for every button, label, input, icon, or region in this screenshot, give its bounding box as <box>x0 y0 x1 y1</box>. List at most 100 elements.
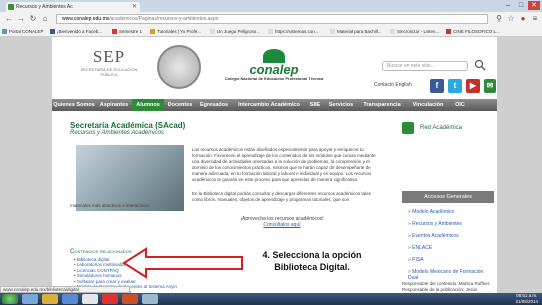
conalep-logo[interactable]: conalep Colegio Nacional de Educación Pr… <box>224 49 324 89</box>
tab-title: Recursos y Ambientes Ac <box>16 4 73 10</box>
nav-aspirantes[interactable]: Aspirantes <box>96 99 132 111</box>
nav-oic[interactable]: OIC <box>450 99 470 111</box>
bookmark-icon <box>112 29 117 34</box>
bookmark-item[interactable]: Sincronizar - Listen... <box>390 28 439 35</box>
sidebar-link-recursos[interactable]: Recursos y Ambientes <box>408 221 494 227</box>
sidebar-link-pisa[interactable]: PISA <box>408 257 494 263</box>
sidebar-header[interactable]: Red Académica <box>402 121 492 135</box>
maximize-icon[interactable]: □ <box>515 1 527 10</box>
library-paragraph: En la Biblioteca digital podrás consulta… <box>192 191 371 202</box>
start-icon[interactable] <box>2 294 18 304</box>
sidebar-box: Accesos Generales <box>402 191 494 203</box>
extension-icon[interactable]: ● <box>518 14 528 24</box>
instruction-annotation: 4. Selecciona la opción Biblioteca Digit… <box>262 250 362 272</box>
search-input[interactable]: Buscar en este sitio... <box>382 61 468 71</box>
bookmark-icon <box>150 29 155 34</box>
sep-logo[interactable]: SEP SECRETARÍA DE EDUCACIÓN PÚBLICA <box>74 47 144 91</box>
page-icon <box>210 29 215 34</box>
nav-quienes-somos[interactable]: Quienes Somos <box>52 99 96 111</box>
zoom-icon[interactable]: ⚲ <box>494 14 504 24</box>
bookmark-icon <box>446 29 451 34</box>
intro-paragraph: Los recursos académicos están diseñados … <box>192 147 376 182</box>
reload-icon[interactable]: ↻ <box>28 14 38 24</box>
youtube-icon[interactable]: ▶ <box>466 79 480 93</box>
bookmark-item[interactable]: Tutoriales | Yo Profe... <box>150 28 201 35</box>
page-icon <box>390 29 395 34</box>
cta-link[interactable]: Consúltalos aquí <box>263 222 300 228</box>
clock[interactable]: 08:51 a.m. 21/08/2014 <box>515 293 538 305</box>
instruction-arrow-icon <box>122 247 243 279</box>
students-photo <box>76 145 184 211</box>
bookmark-item[interactable]: Un Juego Peligroso... <box>210 28 260 35</box>
minimize-icon[interactable]: – <box>502 1 514 10</box>
page-subtitle: Recursos y Ambientes Académicos <box>70 130 164 136</box>
page-title: Secretaría Académica (SAcad) <box>70 121 186 130</box>
bookmark-icon <box>2 29 7 34</box>
conalep-mark-icon <box>263 49 285 63</box>
acrobat-icon[interactable] <box>102 294 118 304</box>
main-nav: Quienes Somos Aspirantes Alumnos Docente… <box>52 99 497 111</box>
status-url: www.conalep.edu.mx/biblioteca/digital <box>0 286 130 293</box>
bookmark-item[interactable]: Material para Bachill... <box>330 28 382 35</box>
sidebar-link-modelo[interactable]: Modelo Académico <box>408 209 494 215</box>
powerpoint-icon[interactable] <box>122 294 138 304</box>
page-viewport: SEP SECRETARÍA DE EDUCACIÓN PÚBLICA cona… <box>0 37 542 303</box>
page-icon <box>268 29 273 34</box>
nav-transparencia[interactable]: Transparencia <box>358 99 406 111</box>
nav-siie[interactable]: SIIE <box>306 99 324 111</box>
sep-title: SEP <box>92 47 126 66</box>
facebook-icon[interactable]: f <box>430 79 444 93</box>
paint-icon[interactable] <box>142 294 158 304</box>
mail-icon[interactable]: ✉ <box>484 79 496 93</box>
library-paragraph-cont: materiales más atractivos e interactivos… <box>70 203 151 208</box>
search-icon[interactable] <box>474 59 486 71</box>
forward-icon[interactable]: → <box>16 14 26 24</box>
sidebar-link-dual[interactable]: Modelo Mexicano de Formación Dual <box>408 269 494 281</box>
browser-toolbar: ← → ↻ ⌂ www.conalep.edu.mx/academicos/Pa… <box>0 12 542 26</box>
ie-icon[interactable] <box>22 294 38 304</box>
conalep-title: conalep <box>249 62 299 77</box>
address-bar[interactable]: www.conalep.edu.mx/academicos/Paginas/re… <box>56 14 488 24</box>
url-host: www.conalep.edu.mx <box>62 16 110 22</box>
facebook-icon <box>50 29 55 34</box>
bookmark-item[interactable]: Portal CONALEP <box>2 28 44 35</box>
main-content: Secretaría Académica (SAcad) Recursos y … <box>52 111 497 303</box>
tab-strip: Recursos y Ambientes Ac ✕ – □ ✕ <box>0 0 542 12</box>
taskbar: 08:51 a.m. 21/08/2014 <box>0 293 542 305</box>
site-header: SEP SECRETARÍA DE EDUCACIÓN PÚBLICA cona… <box>52 37 497 99</box>
sep-subtitle: SECRETARÍA DE EDUCACIÓN PÚBLICA <box>80 67 138 77</box>
sidebar-link-enlace[interactable]: ENLACE <box>408 245 494 251</box>
star-icon[interactable]: ☆ <box>506 14 516 24</box>
nav-servicios[interactable]: Servicios <box>324 99 358 111</box>
bookmarks-bar: Portal CONALEP ¡Bienvenido a Faceb... Se… <box>0 26 542 37</box>
nav-egresados[interactable]: Egresados <box>196 99 232 111</box>
nav-intercambio-academico[interactable]: Intercambio Académico <box>232 99 306 111</box>
site-container: SEP SECRETARÍA DE EDUCACIÓN PÚBLICA cona… <box>52 37 497 303</box>
media-icon[interactable] <box>62 294 78 304</box>
tab-favicon-icon <box>8 4 14 10</box>
cta-link-wrap: Consúltalos aquí <box>192 222 372 228</box>
browser-tab[interactable]: Recursos y Ambientes Ac ✕ <box>6 2 140 12</box>
nav-docentes[interactable]: Docentes <box>164 99 196 111</box>
close-window-icon[interactable]: ✕ <box>528 1 540 10</box>
menu-icon[interactable]: ≡ <box>530 14 540 24</box>
clock-date: 21/08/2014 <box>515 299 538 304</box>
twitter-icon[interactable]: t <box>448 79 462 93</box>
nav-alumnos[interactable]: Alumnos <box>132 99 164 111</box>
bookmark-item[interactable]: ¡Bienvenido a Faceb... <box>50 28 102 35</box>
page-icon <box>330 29 335 34</box>
bookmark-item[interactable]: https://sistemas.con... <box>268 28 319 35</box>
conalep-subtitle: Colegio Nacional de Educación Profesiona… <box>224 76 324 81</box>
close-tab-icon[interactable]: ✕ <box>132 2 137 12</box>
national-shield-icon <box>157 45 201 89</box>
home-icon[interactable]: ⌂ <box>40 14 50 24</box>
explorer-icon[interactable] <box>42 294 58 304</box>
bookmark-item[interactable]: CINE FILOSOFICO L... <box>446 28 500 35</box>
url-path: /academicos/Paginas/recursos-y-ambientes… <box>109 16 219 22</box>
bookmark-item[interactable]: Semestre 1 <box>112 28 142 35</box>
top-links[interactable]: Contacto English <box>374 82 412 88</box>
back-icon[interactable]: ← <box>4 14 14 24</box>
chrome-icon[interactable] <box>82 294 98 304</box>
nav-vinculacion[interactable]: Vinculación <box>406 99 450 111</box>
sidebar-link-eventos[interactable]: Eventos Académicos <box>408 233 494 239</box>
